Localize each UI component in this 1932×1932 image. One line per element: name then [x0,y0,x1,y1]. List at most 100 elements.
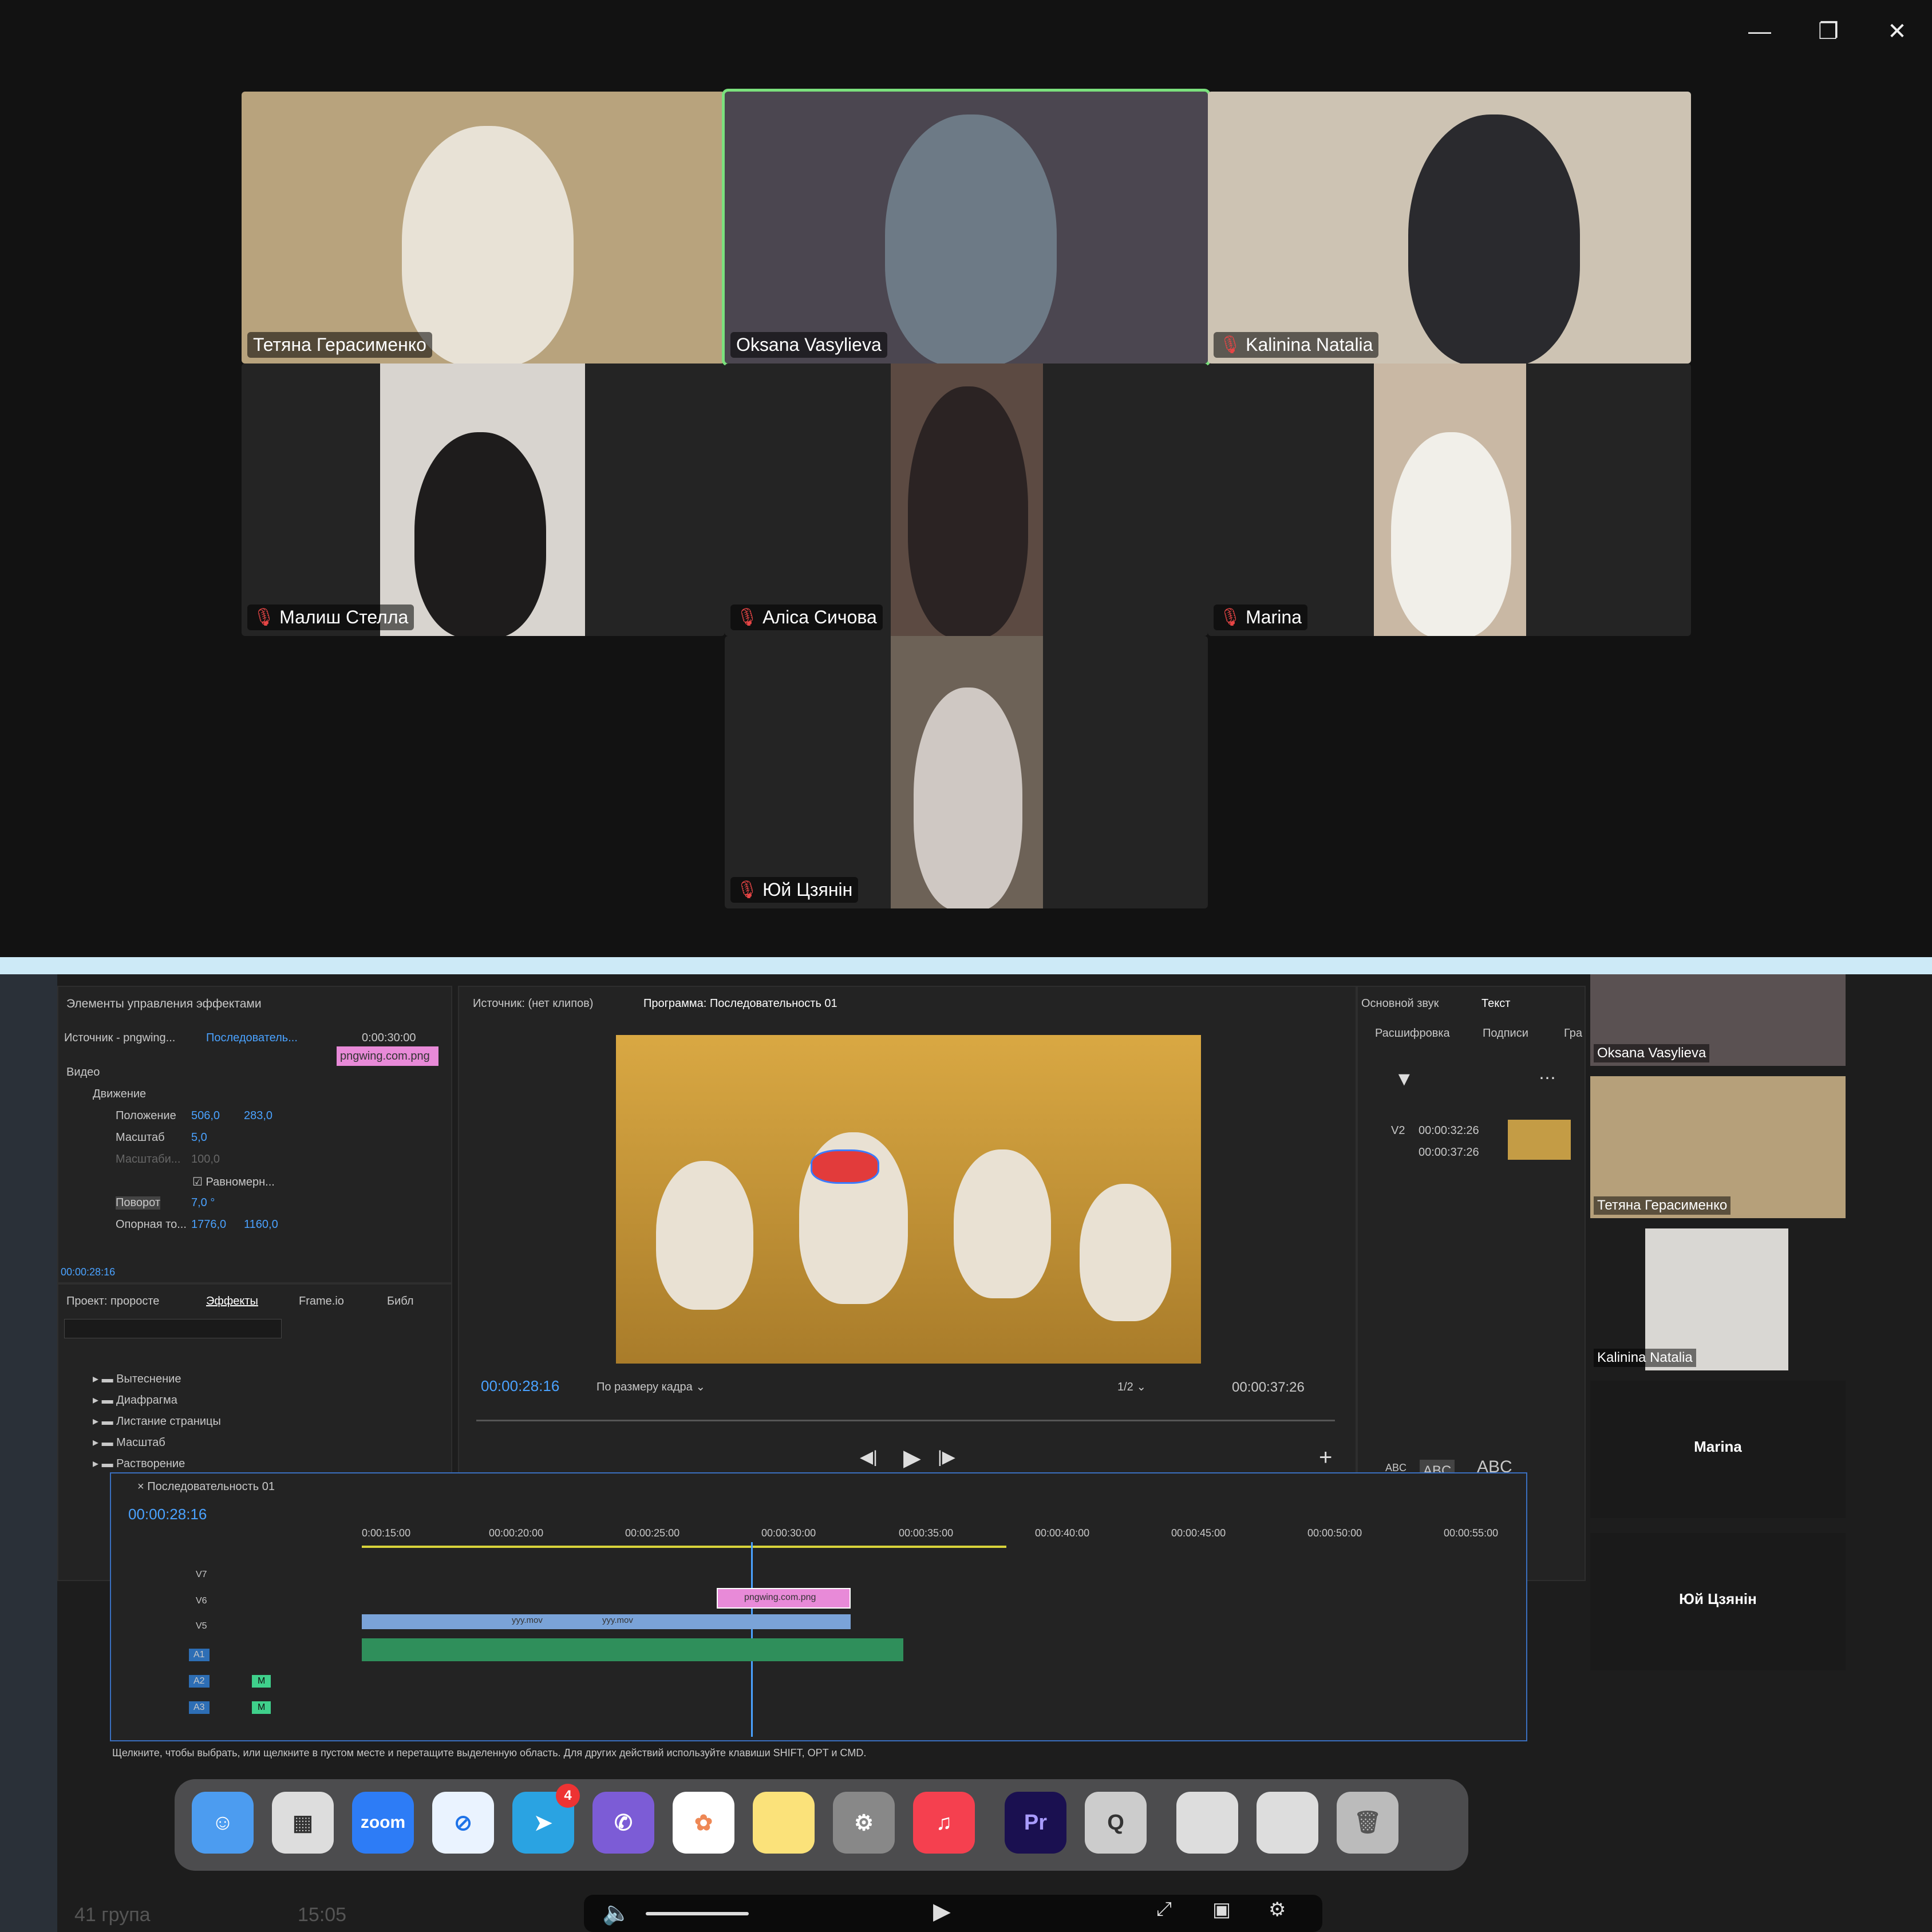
sequence-link[interactable]: Последователь... [206,1032,298,1045]
mute-toggle-a3[interactable]: M [252,1701,271,1714]
program-frame[interactable] [616,1035,1201,1364]
add-button-icon[interactable]: + [1319,1445,1332,1471]
scale-width-value: 100,0 [191,1153,220,1165]
tab-project[interactable]: Проект: прорoсте [66,1295,159,1308]
resolution-dropdown[interactable]: 1/2 ⌄ [1117,1380,1146,1394]
quicktime-icon[interactable]: Q [1085,1792,1147,1854]
folder-item[interactable]: ▸ ▬ Растворение [93,1456,185,1471]
zoom-icon[interactable]: zoom [352,1792,414,1854]
tab-transcript[interactable]: Расшифровка [1375,1027,1450,1040]
source-dropdown[interactable]: Источник - pngwing... [64,1032,175,1045]
position-y-value[interactable]: 283,0 [244,1109,272,1123]
side-thumbnail[interactable]: Юй Цзянін [1590,1533,1846,1670]
sequence-tab[interactable]: × Последовательность 01 [137,1480,275,1494]
volume-icon[interactable]: 🔈 [602,1899,631,1926]
trash-icon[interactable]: 🗑 [1337,1792,1398,1854]
folder-item[interactable]: ▸ ▬ Масштаб [93,1435,165,1449]
filter-icon[interactable]: ▼ [1394,1068,1414,1091]
minimize-button[interactable]: — [1737,13,1783,50]
tab-source[interactable]: Источник: (нет клипов) [473,997,593,1010]
participant-tile[interactable]: 🎙 Kalinina Natalia [1208,92,1691,364]
gear-icon[interactable]: ⚙ [1269,1898,1286,1921]
rotation-label: Поворот [116,1196,160,1210]
program-scrubber[interactable] [476,1420,1335,1421]
launchpad-icon[interactable]: ▦ [272,1792,334,1854]
tab-essential-sound[interactable]: Основной звук [1361,997,1439,1010]
track-label-a2[interactable]: A2 [189,1675,210,1688]
participant-tile[interactable]: Тетяна Герасименко [242,92,725,364]
screen-share-divider[interactable] [0,957,1932,974]
volume-slider[interactable] [646,1912,749,1915]
mute-toggle-a2[interactable]: M [252,1675,271,1688]
participant-tile[interactable]: 🎙 Аліса Сичова [725,364,1208,636]
anchor-x-value[interactable]: 1776,0 [191,1218,226,1231]
track-label-v5[interactable]: V5 [196,1621,207,1631]
timeline-clip-png[interactable]: pngwing.com.png [717,1588,851,1609]
mic-muted-icon: 🎙 [736,608,758,627]
scale-value[interactable]: 5,0 [191,1131,207,1144]
window-thumbnail[interactable] [1176,1792,1238,1854]
program-current-time[interactable]: 00:00:28:16 [481,1377,559,1395]
chat-time: 15:05 [298,1904,347,1926]
mic-muted-icon: 🎙 [1219,335,1242,354]
viber-icon[interactable]: ✆ [592,1792,654,1854]
more-icon[interactable]: ⋯ [1539,1068,1556,1088]
side-thumbnail[interactable]: Kalinina Natalia [1590,1228,1846,1370]
restore-button[interactable]: ❐ [1805,13,1851,50]
ruler-label: 00:00:45:00 [1171,1527,1226,1539]
side-thumbnail[interactable]: Marina [1590,1381,1846,1518]
tab-captions[interactable]: Подписи [1483,1027,1528,1040]
work-area-bar[interactable] [362,1546,1006,1548]
finder-icon[interactable]: ☺ [192,1792,254,1854]
track-label-v6[interactable]: V6 [196,1596,207,1606]
folder-item[interactable]: ▸ ▬ Диафрагма [93,1393,177,1407]
participant-tile[interactable]: 🎙 Marina [1208,364,1691,636]
caption-thumbnail[interactable] [1508,1120,1571,1160]
track-label-a3[interactable]: A3 [189,1701,210,1714]
photos-icon[interactable]: ✿ [673,1792,734,1854]
timeline-current-time[interactable]: 00:00:28:16 [128,1506,207,1523]
folder-item[interactable]: ▸ ▬ Вытеснение [93,1372,181,1386]
program-duration: 00:00:37:26 [1232,1380,1305,1395]
tab-program[interactable]: Программа: Последовательность 01 [643,997,837,1010]
timeline-clip-video[interactable]: yyy.mov yyy.mov [362,1614,851,1629]
window-thumbnail[interactable] [1257,1792,1318,1854]
anchor-y-value[interactable]: 1160,0 [244,1218,278,1231]
folder-item[interactable]: ▸ ▬ Листание страницы [93,1414,221,1428]
participant-tile[interactable]: 🎙 Юй Цзянін [725,636,1208,908]
fullscreen-icon[interactable]: ⤢ [1156,1898,1172,1921]
anchor-label: Опорная то... [116,1218,187,1231]
effects-search-input[interactable] [64,1319,282,1338]
participant-tile-active-speaker[interactable]: Oksana Vasylieva [722,89,1211,366]
settings-icon[interactable]: ⚙ [833,1792,895,1854]
participant-tile[interactable]: 🎙 Малиш Стелла [242,364,725,636]
telegram-icon[interactable]: ➤ 4 [512,1784,580,1854]
uniform-scale-checkbox[interactable]: ☑ Равномерн... [192,1175,275,1189]
step-forward-icon[interactable]: |▶ [938,1447,955,1467]
tab-effects[interactable]: Эффекты [206,1295,258,1308]
timeline-clip-audio[interactable] [362,1638,903,1661]
tab-graphics[interactable]: Гра [1564,1027,1582,1040]
side-thumbnail[interactable]: Тетяна Герасименко [1590,1076,1846,1218]
mask-overlay[interactable] [811,1149,879,1184]
background-chat-sidebar [0,974,57,1932]
rotation-value[interactable]: 7,0 ° [191,1196,215,1210]
clip-bar[interactable]: pngwing.com.png [337,1046,438,1066]
premiere-icon[interactable]: Pr [1005,1792,1066,1854]
tab-text[interactable]: Текст [1481,997,1510,1010]
step-back-icon[interactable]: ◀| [860,1447,878,1467]
notes-icon[interactable] [753,1792,815,1854]
tab-libraries[interactable]: Библ [387,1295,414,1308]
music-icon[interactable]: ♫ [913,1792,975,1854]
play-icon[interactable]: ▶ [903,1445,921,1471]
play-icon[interactable]: ▶ [933,1898,951,1925]
track-label-v7[interactable]: V7 [196,1570,207,1580]
fit-dropdown[interactable]: По размеру кадра ⌄ [596,1380,705,1394]
position-x-value[interactable]: 506,0 [191,1109,220,1123]
safari-icon[interactable]: ⊘ [432,1792,494,1854]
close-button[interactable]: ✕ [1874,13,1920,50]
tab-frameio[interactable]: Frame.io [299,1295,344,1308]
pip-icon[interactable]: ▣ [1212,1898,1231,1921]
side-thumbnail[interactable]: Oksana Vasylieva [1590,974,1846,1066]
track-label-a1[interactable]: A1 [189,1649,210,1661]
